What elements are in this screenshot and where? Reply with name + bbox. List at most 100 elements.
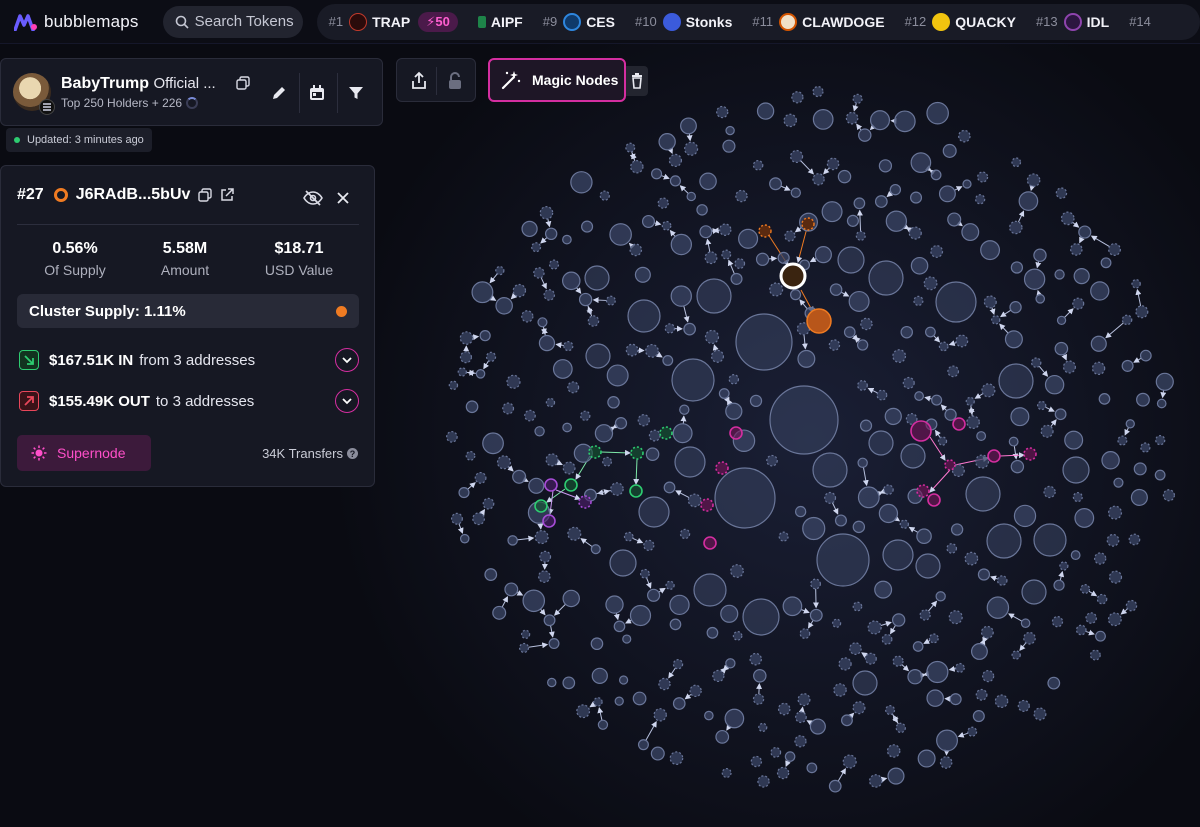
holder-bubble[interactable] (590, 544, 601, 555)
holder-bubble[interactable] (912, 641, 924, 652)
magenta-cluster-bubble[interactable] (910, 420, 932, 442)
holder-bubble[interactable] (458, 487, 470, 499)
holder-bubble[interactable] (704, 710, 714, 721)
holder-bubble[interactable] (465, 450, 476, 461)
lock-icon[interactable] (443, 69, 467, 93)
holder-bubble[interactable] (885, 705, 896, 716)
holder-bubble[interactable] (1108, 243, 1121, 256)
holder-bubble[interactable] (446, 430, 458, 443)
holder-bubble[interactable] (860, 317, 873, 331)
holder-bubble[interactable] (824, 491, 837, 504)
holder-bubble[interactable] (663, 481, 676, 494)
holder-bubble[interactable] (991, 315, 1001, 325)
holder-bubble[interactable] (1155, 372, 1174, 391)
holder-bubble[interactable] (570, 171, 593, 194)
cluster-bubble[interactable] (806, 308, 832, 334)
holder-bubble[interactable] (1090, 335, 1107, 352)
holder-bubble[interactable] (857, 486, 880, 509)
holder-bubble[interactable] (539, 550, 552, 563)
holder-bubble[interactable] (581, 220, 594, 233)
holder-bubble[interactable] (607, 396, 620, 409)
copy-icon[interactable] (233, 73, 253, 93)
holder-bubble[interactable] (590, 637, 604, 651)
holder-bubble[interactable] (662, 355, 674, 366)
large-holder-bubble[interactable] (998, 363, 1034, 399)
holder-bubble[interactable] (647, 588, 661, 602)
holder-bubble[interactable] (1108, 570, 1123, 584)
holder-bubble[interactable] (1098, 393, 1111, 405)
holder-bubble[interactable] (977, 171, 989, 183)
green-cluster-bubble[interactable] (564, 478, 578, 492)
holder-bubble[interactable] (593, 697, 603, 707)
holder-bubble[interactable] (980, 240, 1001, 261)
holder-bubble[interactable] (876, 389, 888, 401)
holder-bubble[interactable] (1136, 392, 1150, 407)
holder-bubble[interactable] (828, 339, 841, 351)
trending-item-stonks[interactable]: #10 Stonks (635, 12, 732, 31)
holder-bubble[interactable] (1095, 630, 1106, 642)
holder-bubble[interactable] (534, 426, 545, 437)
holder-bubble[interactable] (845, 111, 859, 125)
holder-bubble[interactable] (539, 206, 554, 220)
holder-bubble[interactable] (810, 578, 821, 590)
holder-bubble[interactable] (874, 580, 893, 599)
holder-bubble[interactable] (789, 289, 802, 301)
holder-bubble[interactable] (502, 402, 515, 415)
holder-bubble[interactable] (930, 169, 942, 181)
holder-bubble[interactable] (645, 447, 660, 462)
magenta-cluster-bubble[interactable] (715, 461, 729, 475)
holder-bubble[interactable] (1020, 618, 1031, 629)
holder-bubble[interactable] (680, 117, 697, 135)
holder-bubble[interactable] (884, 407, 902, 426)
large-holder-bubble[interactable] (674, 446, 706, 478)
holder-bubble[interactable] (496, 455, 512, 470)
holder-bubble[interactable] (910, 191, 923, 204)
holder-bubble[interactable] (908, 226, 922, 240)
holder-bubble[interactable] (895, 722, 906, 734)
magenta-cluster-bubble[interactable] (729, 426, 743, 440)
holder-bubble[interactable] (1128, 533, 1141, 546)
trending-item-14[interactable]: #14 (1129, 14, 1157, 29)
trending-item-idl[interactable]: #13 IDL (1036, 12, 1109, 31)
magenta-cluster-bubble[interactable] (916, 484, 930, 498)
holder-bubble[interactable] (962, 179, 972, 189)
holder-bubble[interactable] (1117, 435, 1128, 446)
holder-bubble[interactable] (650, 746, 665, 761)
holder-bubble[interactable] (926, 660, 949, 684)
holder-bubble[interactable] (1009, 301, 1022, 314)
holder-bubble[interactable] (715, 729, 730, 744)
holder-bubble[interactable] (955, 334, 969, 348)
holder-bubble[interactable] (587, 315, 600, 327)
holder-bubble[interactable] (524, 409, 536, 422)
holder-bubble[interactable] (841, 714, 853, 727)
holder-bubble[interactable] (1113, 477, 1124, 488)
holder-bubble[interactable] (567, 526, 582, 541)
holder-bubble[interactable] (704, 329, 720, 345)
holder-bubble[interactable] (512, 469, 527, 484)
holder-bubble[interactable] (507, 535, 518, 546)
holder-bubble[interactable] (947, 212, 962, 227)
holder-bubble[interactable] (755, 252, 770, 266)
holder-bubble[interactable] (484, 568, 498, 581)
holder-bubble[interactable] (1101, 451, 1120, 470)
holder-bubble[interactable] (687, 493, 702, 508)
holder-bubble[interactable] (548, 259, 560, 270)
holder-bubble[interactable] (910, 256, 929, 275)
holder-bubble[interactable] (842, 754, 857, 769)
holder-bubble[interactable] (1008, 436, 1019, 447)
holder-bubble[interactable] (892, 655, 904, 667)
holder-bubble[interactable] (976, 431, 987, 442)
holder-bubble[interactable] (749, 652, 763, 666)
purple-cluster-bubble[interactable] (544, 478, 558, 492)
holder-bubble[interactable] (826, 157, 840, 171)
holder-bubble[interactable] (474, 471, 487, 484)
holder-bubble[interactable] (465, 400, 479, 414)
holder-bubble[interactable] (948, 610, 963, 625)
holder-bubble[interactable] (753, 669, 767, 683)
holder-bubble[interactable] (784, 751, 796, 762)
holder-bubble[interactable] (1139, 349, 1152, 362)
holder-bubble[interactable] (964, 551, 979, 566)
holder-bubble[interactable] (485, 351, 497, 362)
holder-bubble[interactable] (853, 197, 866, 210)
holder-bubble[interactable] (758, 722, 768, 733)
